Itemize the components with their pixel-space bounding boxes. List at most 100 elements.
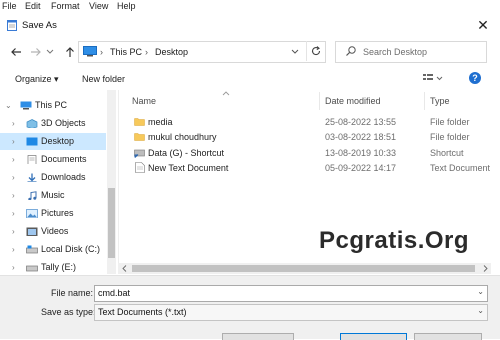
organize-button[interactable]: Organize ▾ (15, 74, 59, 85)
file-row[interactable]: Data (G) - Shortcut 13-08-2019 10:33 Sho… (120, 145, 490, 161)
tree-label: Documents (41, 154, 87, 164)
tree-item-tally-e[interactable]: › Tally (E:) (0, 259, 106, 276)
menu-view[interactable]: View (89, 1, 108, 11)
file-name: mukul choudhury (148, 132, 217, 142)
breadcrumb-sep: › (100, 47, 103, 57)
recent-dropdown-icon[interactable] (45, 44, 55, 60)
dialog-title: Save As (22, 20, 57, 31)
scroll-left-icon[interactable] (120, 264, 129, 273)
documents-icon (27, 155, 37, 164)
tree-label: Videos (41, 226, 69, 236)
tree-label: Downloads (41, 172, 86, 182)
pc-icon (20, 101, 32, 110)
savetype-value: Text Documents (*.txt) (98, 307, 187, 317)
chevron-right-icon[interactable]: › (12, 245, 15, 254)
file-type: Shortcut (430, 148, 464, 158)
tree-item-desktop[interactable]: › Desktop (0, 133, 106, 150)
navigation-pane: ⌄ This PC › 3D Objects › Desktop › Docum… (0, 90, 119, 274)
filename-input[interactable]: cmd.bat ⌄ (94, 285, 488, 302)
file-name: media (148, 117, 173, 127)
chevron-right-icon[interactable]: › (12, 137, 15, 146)
back-arrow-icon[interactable] (8, 44, 24, 60)
cancel-button[interactable] (414, 333, 482, 340)
close-icon[interactable]: ✕ (470, 15, 496, 35)
chevron-down-icon[interactable]: ⌄ (477, 306, 484, 315)
column-header-date[interactable]: Date modified (325, 96, 381, 106)
save-button[interactable] (340, 333, 407, 340)
column-header-type[interactable]: Type (430, 96, 450, 106)
watermark-text: Pcgratis.Org (319, 227, 470, 254)
file-type: File folder (430, 132, 470, 142)
breadcrumb-sep: › (145, 47, 148, 57)
tree-label: Local Disk (C:) (41, 244, 101, 254)
app-menubar: File Edit Format View Help (0, 0, 500, 13)
file-row[interactable]: mukul choudhury 03-08-2022 18:51 File fo… (120, 129, 490, 145)
column-header-name[interactable]: Name (132, 96, 156, 106)
file-date: 05-09-2022 14:17 (325, 163, 397, 173)
search-placeholder: Search Desktop (363, 47, 428, 57)
drive-icon (26, 245, 38, 254)
forward-arrow-icon[interactable] (28, 44, 44, 60)
chevron-down-icon[interactable]: ⌄ (5, 101, 12, 110)
tree-item-documents[interactable]: › Documents (0, 151, 106, 168)
file-date: 13-08-2019 10:33 (325, 148, 397, 158)
savetype-label: Save as type: (41, 307, 96, 317)
view-options-icon[interactable] (422, 72, 444, 84)
tree-label: Desktop (41, 136, 75, 146)
savetype-select[interactable]: Text Documents (*.txt) ⌄ (94, 304, 488, 321)
file-row[interactable]: media 25-08-2022 13:55 File folder (120, 114, 490, 130)
drive-icon (26, 265, 38, 272)
list-edge (490, 90, 500, 274)
file-row[interactable]: New Text Document 05-09-2022 14:17 Text … (120, 160, 490, 176)
menu-format[interactable]: Format (51, 1, 80, 11)
file-type: Text Document (430, 163, 491, 173)
chevron-right-icon[interactable]: › (12, 155, 15, 164)
menu-help[interactable]: Help (117, 1, 136, 11)
column-divider[interactable] (424, 92, 425, 110)
search-icon (345, 45, 357, 57)
tree-item-this-pc[interactable]: ⌄ This PC (0, 97, 106, 114)
tree-item-3d-objects[interactable]: › 3D Objects (0, 115, 106, 132)
sort-up-icon (221, 88, 231, 96)
chevron-right-icon[interactable]: › (12, 173, 15, 182)
scroll-right-icon[interactable] (481, 264, 490, 273)
column-divider[interactable] (319, 92, 320, 110)
refresh-icon[interactable] (306, 41, 325, 61)
file-date: 25-08-2022 13:55 (325, 117, 397, 127)
address-dropdown-icon[interactable] (288, 44, 302, 58)
filename-value: cmd.bat (98, 288, 131, 298)
menu-file[interactable]: File (2, 1, 17, 11)
folder-icon (134, 133, 145, 141)
tree-item-local-disk-c[interactable]: › Local Disk (C:) (0, 241, 106, 258)
text-file-icon (135, 162, 145, 173)
filename-label: File name: (51, 288, 94, 298)
tree-item-downloads[interactable]: › Downloads (0, 169, 106, 186)
tree-label: Music (41, 190, 65, 200)
up-arrow-icon[interactable] (62, 44, 78, 60)
file-list-hscrollbar[interactable] (118, 263, 491, 274)
menu-edit[interactable]: Edit (25, 1, 41, 11)
chevron-right-icon[interactable]: › (12, 191, 15, 200)
chevron-down-icon[interactable]: ⌄ (477, 287, 484, 296)
tree-item-pictures[interactable]: › Pictures (0, 205, 106, 222)
new-folder-button[interactable]: New folder (82, 74, 125, 84)
nav-scrollbar[interactable] (107, 90, 116, 274)
tree-item-music[interactable]: › Music (0, 187, 106, 204)
hscrollbar-thumb[interactable] (132, 265, 475, 272)
nav-scrollbar-thumb[interactable] (108, 188, 115, 258)
pictures-icon (26, 209, 38, 218)
tree-label: Pictures (41, 208, 74, 218)
chevron-right-icon[interactable]: › (12, 227, 15, 236)
chevron-right-icon[interactable]: › (12, 263, 15, 272)
breadcrumb-this-pc[interactable]: This PC (110, 47, 142, 57)
hidden-button[interactable] (222, 333, 294, 340)
tree-item-videos[interactable]: › Videos (0, 223, 106, 240)
help-icon[interactable]: ? (469, 72, 481, 84)
chevron-right-icon[interactable]: › (12, 119, 15, 128)
breadcrumb-desktop[interactable]: Desktop (155, 47, 188, 57)
chevron-right-icon[interactable]: › (12, 209, 15, 218)
folder-icon (134, 118, 145, 126)
file-date: 03-08-2022 18:51 (325, 132, 397, 142)
videos-icon (26, 227, 38, 236)
file-name: New Text Document (148, 163, 229, 173)
